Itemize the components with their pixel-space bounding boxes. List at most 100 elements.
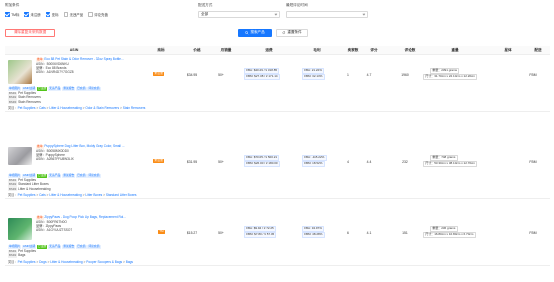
checkbox-tm[interactable]: TM标 xyxy=(5,12,19,17)
product-tag[interactable]: 已注册 xyxy=(36,244,48,249)
product-title[interactable]: Eco 88 Pet Stain & Odor Remover - 32oz S… xyxy=(44,57,123,61)
col-reviews: 评论数 xyxy=(404,47,416,52)
trademark-badge: 未注册 xyxy=(153,158,165,164)
shipping-mode: FBM xyxy=(529,72,537,77)
time-label: 最短评论时间 xyxy=(286,3,308,7)
time-select[interactable] xyxy=(286,11,368,18)
bsr-category: Litter & Housebreaking xyxy=(18,186,51,191)
col-trademark: 商标 xyxy=(157,47,165,52)
product-tag[interactable]: 无违产品 xyxy=(48,244,62,249)
size-value: 尺寸：31.70cm x 22.10cm x 12.20cm xyxy=(423,74,478,81)
checkbox-unregistered[interactable]: 未注册 xyxy=(24,12,41,17)
category-link[interactable]: Litter & Housebreaking xyxy=(49,193,81,197)
product-tags: 单组图片 ASIN过期 已注册 无违产品 测试报告 已充值 评论充值 xyxy=(8,86,148,91)
category-link[interactable]: Stain Removers xyxy=(123,106,146,110)
bsr-badge: BSR3 xyxy=(8,99,18,105)
trademark-badge: TM xyxy=(158,229,165,235)
rating: 4.7 xyxy=(366,72,372,77)
category-link[interactable]: Pooper Scoopers & Bags xyxy=(86,260,122,264)
rating: 4.4 xyxy=(366,159,372,164)
seller-code: ASIN：A1NR4D7Y7GGZ8 xyxy=(36,69,74,74)
chevron-down-icon xyxy=(274,12,278,16)
col-rating: 评分 xyxy=(370,47,378,52)
category-link[interactable]: Standard Litter Boxes xyxy=(106,193,137,197)
col-star: 星体 xyxy=(504,47,512,52)
fee-fbm: FBM: $27.38 / ¥ 171.14 xyxy=(244,74,280,81)
review-count: 232 xyxy=(402,159,408,164)
attach-label: 附加条件 xyxy=(5,3,20,7)
product-tag[interactable]: 测试报告 xyxy=(62,86,76,91)
seller-code: ASIN：A1GYUUZTSSO7 xyxy=(36,227,73,232)
product-tag[interactable]: 评论充值 xyxy=(87,173,101,178)
col-ship: 配送 xyxy=(534,47,542,52)
product-tag[interactable]: 评论充值 xyxy=(87,86,101,91)
col-price: 价格 xyxy=(193,47,201,52)
reset-button[interactable]: 重置条件 xyxy=(276,29,308,37)
seller-count: 4 xyxy=(347,159,349,164)
product-thumbnail[interactable] xyxy=(8,218,32,240)
product-thumbnail[interactable] xyxy=(8,60,32,84)
profit-fbm: FBM: 48.28% xyxy=(302,232,325,239)
product-info: 推单 ZippyPaws - Dog Poop Pick Up Bags, Rep… xyxy=(36,215,148,232)
checkbox-review-recharge[interactable]: 评论充值 xyxy=(88,12,108,17)
col-asin: ASIN xyxy=(69,48,79,52)
category-link[interactable]: Bags xyxy=(126,260,133,264)
bsr-badge: BSR2 xyxy=(8,253,18,258)
price: $34.95 xyxy=(186,72,198,77)
delivery-label: 配送方式 xyxy=(198,3,213,7)
category-link[interactable]: Pet Supplies xyxy=(18,106,36,110)
bsr-category: Stain Removers xyxy=(18,99,41,104)
bsr-row: BSR3 Litter & Housebreaking xyxy=(8,187,51,192)
category-breadcrumb: 类目：Pet Supplies > Cats > Litter & Houseb… xyxy=(8,193,137,198)
checkbox-empty-icon xyxy=(63,12,69,17)
category-link[interactable]: Dogs xyxy=(39,260,46,264)
check-icon xyxy=(45,12,51,17)
category-link[interactable]: Pet Supplies xyxy=(18,193,36,197)
product-tag[interactable]: 已充值 xyxy=(76,86,87,91)
category-link[interactable]: Pet Supplies xyxy=(18,260,36,264)
row-divider xyxy=(5,111,550,112)
product-tag[interactable]: 已注册 xyxy=(36,86,48,91)
monthly-sales: 50+ xyxy=(218,159,224,164)
product-tag[interactable]: 评论充值 xyxy=(87,244,101,249)
bsr-category: Bags xyxy=(18,253,26,258)
clear-duplicates-button[interactable]: 清除重复未采购数据 xyxy=(5,29,55,37)
col-profit: 毛利 xyxy=(313,47,321,52)
category-link[interactable]: Litter & Housebreaking xyxy=(49,106,81,110)
profit-fbm: FBM: 18.52% xyxy=(302,161,325,168)
trademark-badge: 未注册 xyxy=(153,71,165,77)
category-breadcrumb: 类目：Pet Supplies > Cats > Litter & Houseb… xyxy=(8,106,146,111)
checkbox-asia[interactable]: 亚标 xyxy=(45,12,59,17)
product-tag[interactable]: 已充值 xyxy=(76,244,87,249)
search-button[interactable]: 搜索产品 xyxy=(238,29,272,37)
product-title[interactable]: PuppySphere Dog Litter Box, Moldy Gray C… xyxy=(44,144,124,148)
product-title[interactable]: ZippyPaws - Dog Poop Pick Up Bags, Repla… xyxy=(44,215,126,219)
rating: 4.1 xyxy=(366,230,372,235)
delivery-select[interactable]: 全部 xyxy=(198,11,280,18)
size-value: 尺寸：53.30cm x 38.10cm x 12.70cm xyxy=(423,161,478,168)
product-tag[interactable]: 已充值 xyxy=(76,173,87,178)
product-tag[interactable]: 无违产品 xyxy=(48,173,62,178)
product-info: 推单 PuppySphere Dog Litter Box, Moldy Gray… xyxy=(36,144,148,161)
category-breadcrumb: 类目：Pet Supplies > Dogs > Litter & Houseb… xyxy=(8,260,133,265)
fee-fbm: FBM: $7.80 / ¥ 57.45 xyxy=(244,232,277,239)
product-tag[interactable]: 测试报告 xyxy=(62,173,76,178)
col-weight: 重量 xyxy=(451,47,459,52)
category-link[interactable]: Odor & Stain Removers xyxy=(85,106,119,110)
product-tag[interactable]: 无违产品 xyxy=(48,86,62,91)
product-tags: 单组图片 ASIN过期 已注册 无违产品 测试报告 已充值 评论充值 xyxy=(8,244,148,249)
product-tag[interactable]: 已注册 xyxy=(36,173,48,178)
bsr-row: BSR2 Bags xyxy=(8,253,25,258)
price: $31.95 xyxy=(186,159,198,164)
col-shipping: 运费 xyxy=(265,47,273,52)
category-link[interactable]: Litter Boxes xyxy=(85,193,102,197)
review-count: 1960 xyxy=(401,72,409,77)
price: $15.27 xyxy=(186,230,198,235)
product-tag[interactable]: 测试报告 xyxy=(62,244,76,249)
product-thumbnail[interactable] xyxy=(8,147,32,165)
checkbox-no-violation[interactable]: 无违产品 xyxy=(63,12,83,17)
reset-icon xyxy=(282,31,286,35)
category-link[interactable]: Litter & Housebreaking xyxy=(50,260,82,264)
col-sellers: 卖家数 xyxy=(347,47,359,52)
search-icon xyxy=(245,31,249,35)
